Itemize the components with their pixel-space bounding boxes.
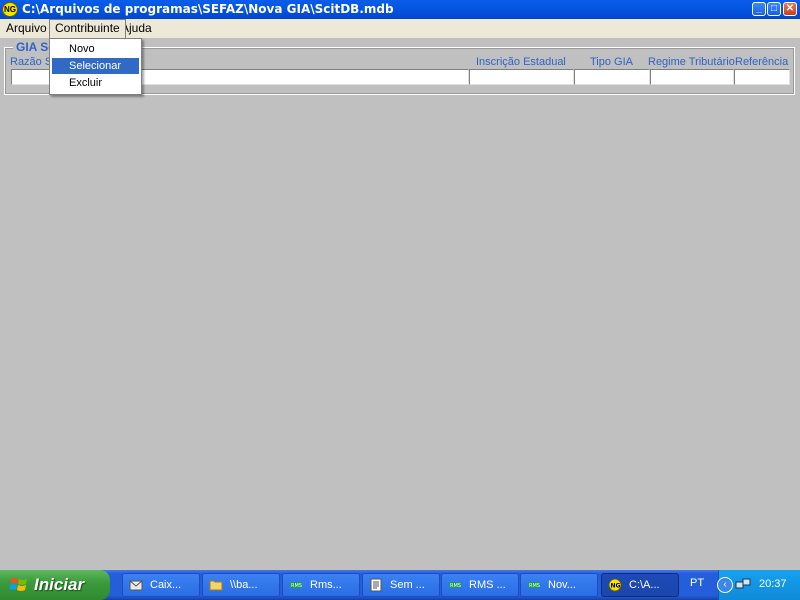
menu-contribuinte[interactable]: Contribuinte <box>49 19 126 39</box>
rms-app-icon: RMS <box>290 582 302 589</box>
taskbar-button-nova[interactable]: RMS Nov... <box>520 573 598 597</box>
start-button[interactable]: Iniciar <box>0 570 110 600</box>
rms-app-icon: RMS <box>528 582 540 589</box>
referencia-field[interactable] <box>734 69 790 85</box>
task-label: RMS ... <box>469 579 506 591</box>
nova-gia-icon: NG <box>608 578 622 592</box>
taskbar-button-caixa[interactable]: Caix... <box>122 573 200 597</box>
svg-text:NG: NG <box>611 583 621 590</box>
taskbar-button-rms[interactable]: RMS Rms... <box>282 573 360 597</box>
regime-tributario-field[interactable] <box>650 69 734 85</box>
taskbar: Iniciar Caix... \\ba... RMS Rms... Sem .… <box>0 570 800 600</box>
column-label-tipo-gia: Tipo GIA <box>590 56 633 68</box>
language-indicator[interactable]: PT <box>690 577 704 589</box>
task-label: Rms... <box>310 579 342 591</box>
column-label-regime-tributario: Regime Tributário <box>648 56 735 68</box>
column-label-razao-social: Razão S <box>10 56 53 68</box>
task-label: C:\A... <box>629 579 660 591</box>
menu-item-excluir[interactable]: Excluir <box>52 75 139 91</box>
taskbar-button-network-folder[interactable]: \\ba... <box>202 573 280 597</box>
menu-bar: Arquivo Contribuinte Ajuda <box>0 19 800 39</box>
tipo-gia-field[interactable] <box>574 69 650 85</box>
svg-text:RMS: RMS <box>529 583 540 589</box>
menu-arquivo[interactable]: Arquivo <box>1 19 52 38</box>
contribuinte-dropdown: Novo Selecionar Excluir <box>49 38 142 95</box>
task-label: \\ba... <box>230 579 258 591</box>
taskbar-button-nova-gia-active[interactable]: NG C:\A... <box>601 573 679 597</box>
menu-item-novo[interactable]: Novo <box>52 41 139 57</box>
start-label: Iniciar <box>34 575 85 594</box>
windows-logo-icon <box>10 578 27 591</box>
minimize-button[interactable]: _ <box>752 2 766 16</box>
task-label: Caix... <box>150 579 182 591</box>
column-label-inscricao-estadual: Inscrição Estadual <box>476 56 566 68</box>
clock: 20:37 <box>759 578 787 590</box>
taskbar-button-notepad[interactable]: Sem ... <box>362 573 440 597</box>
task-label: Sem ... <box>390 579 425 591</box>
app-icon: NG <box>2 2 18 17</box>
close-button[interactable]: ✕ <box>783 2 797 16</box>
menu-item-selecionar[interactable]: Selecionar <box>52 58 139 74</box>
folder-icon <box>209 580 223 591</box>
notepad-icon <box>370 578 382 592</box>
inscricao-estadual-field[interactable] <box>469 69 574 85</box>
column-label-referencia: Referência <box>735 56 789 68</box>
task-label: Nov... <box>548 579 576 591</box>
window-title: C:\Arquivos de programas\SEFAZ\Nova GIA\… <box>22 2 394 16</box>
network-icon[interactable] <box>735 577 751 593</box>
svg-text:RMS: RMS <box>291 583 302 589</box>
svg-text:RMS: RMS <box>450 583 461 589</box>
maximize-button[interactable]: □ <box>767 2 781 16</box>
rms-app-icon: RMS <box>449 582 461 589</box>
mail-icon <box>129 580 143 591</box>
title-bar[interactable]: NG C:\Arquivos de programas\SEFAZ\Nova G… <box>0 0 800 19</box>
chevron-left-icon[interactable]: ‹ <box>717 577 733 593</box>
taskbar-button-rms-2[interactable]: RMS RMS ... <box>441 573 519 597</box>
